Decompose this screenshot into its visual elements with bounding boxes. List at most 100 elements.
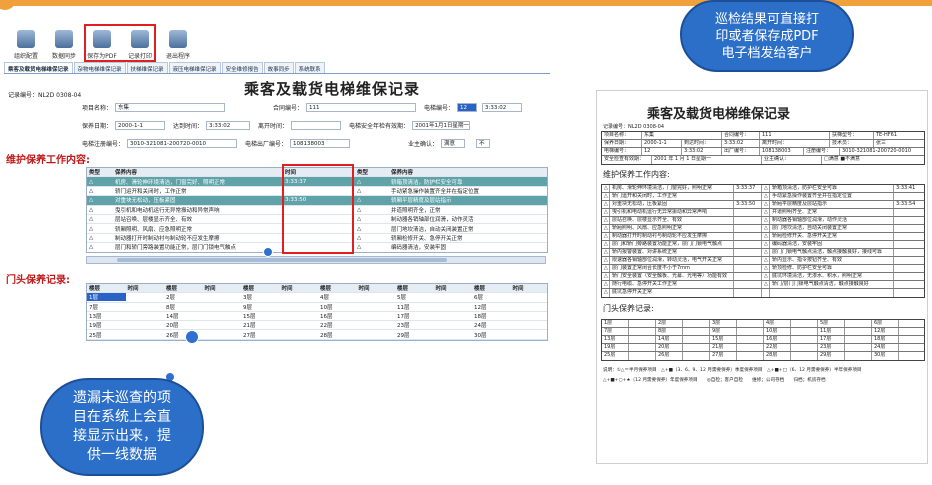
tab-dumbwaiter[interactable]: 杂物电梯维保记录 [73, 62, 126, 73]
cell-content: 制动器打开时制动衬与制动轮不应发生摩擦 [115, 235, 220, 242]
tab-escalator[interactable]: 扶梯维保记录 [126, 62, 168, 73]
tab-hydraulic[interactable]: 液压电梯维保记录 [168, 62, 221, 73]
floor-cell[interactable]: 8层 [164, 303, 203, 311]
floor-cell[interactable]: 10层 [318, 303, 357, 311]
paper-cell: 轿顶检修、防护栏安全可靠 [770, 265, 894, 272]
tab-passenger-elevator[interactable]: 乘客及载货电梯维保记录 [4, 62, 73, 73]
time-input[interactable]: 3:33:02 [482, 102, 523, 112]
scrollbar-thumb[interactable] [117, 258, 447, 262]
floor-cell[interactable]: 4层 [318, 293, 357, 301]
elevator-no-select[interactable]: 12 [457, 102, 478, 112]
floor-cell[interactable]: 22层 [318, 321, 357, 329]
toolbar-label: 数据同步 [51, 53, 76, 60]
paper-cell: 5层 [818, 320, 845, 327]
floor-cell[interactable]: 2层 [164, 293, 203, 301]
paper-cell [683, 328, 710, 335]
paper-cell: 3010-321081-200720-0010 [842, 148, 912, 154]
paper-cell: 电梯编号： [602, 148, 642, 155]
sync-icon [55, 30, 73, 48]
project-input[interactable]: 东集 [115, 102, 226, 112]
paper-cell: 17层 [818, 336, 845, 343]
app-window: 组织配置 数据同步 保存为PDF 记录打印 退出程序 乘客及载货电梯维保记录 杂… [4, 20, 550, 390]
cell-type-2: △ [357, 225, 362, 232]
paper-cell: 轿厢检修开关、急停开关正常 [770, 233, 894, 240]
paper-cell: △ [762, 241, 770, 248]
paper-cell: 8层 [656, 328, 683, 335]
table-row[interactable]: 13层 14层 15层 16层 17层 18层 [87, 312, 547, 322]
paper-cell: 机房、滑轮伸环境清洁，门窗完好，照明正常 [610, 185, 734, 192]
floor-cell[interactable]: 1层 [87, 293, 126, 302]
paper-cell: 16层 [764, 336, 791, 343]
col-type: 类型 [89, 170, 101, 177]
project-label: 项目名称： [82, 104, 113, 112]
arrive-input[interactable]: 3:33:02 [206, 120, 251, 130]
floor-cell[interactable]: 3层 [241, 293, 280, 301]
floor-cell[interactable]: 14层 [164, 312, 203, 320]
paper-cell: △ [602, 201, 610, 208]
floor-cell[interactable]: 24层 [472, 321, 511, 329]
date-input[interactable]: 2000-1-1 [115, 120, 166, 130]
exit-button[interactable]: 退出程序 [162, 24, 194, 60]
paper-cell: 编码器清洁，安装牢固 [770, 241, 894, 248]
tab-sync[interactable]: 故事同步 [263, 62, 294, 73]
paper-cell [683, 352, 710, 360]
floor-cell[interactable]: 7层 [87, 303, 126, 311]
callout-print-pdf: 巡检结果可直接打 印或者保存成PDF 电子档发给客户 [680, 0, 854, 72]
owner-unsatisfied-checkbox[interactable]: 不 [476, 138, 491, 148]
table-row[interactable]: 7层 8层 9层 10层 11层 12层 [87, 303, 547, 312]
floor-cell[interactable]: 18层 [472, 312, 511, 320]
paper-row: △ 曳引机和电动机运行无异常振动和异常声响 △ 井道照明齐全、正常 [602, 209, 924, 217]
reg-code-input[interactable]: 3010-321081-200720-0010 [127, 138, 238, 148]
floor-cell[interactable]: 21层 [241, 321, 280, 329]
floor-cell[interactable]: 19层 [87, 321, 126, 329]
floor-cell[interactable]: 28层 [318, 331, 357, 339]
data-sync-button[interactable]: 数据同步 [48, 24, 80, 60]
cell-type: △ [89, 244, 94, 251]
paper-cell: 10层 [764, 328, 791, 335]
floor-cell[interactable]: 15层 [241, 312, 280, 320]
paper-cell: 轿门运开和关闭时，工作正常 [610, 193, 734, 200]
paper-row: △ 机房、滑轮伸环境清洁，门窗完好，照明正常 3:33:37 △ 轿箱顶清洁，防护栏安全… [602, 185, 924, 193]
record-number: 记录编号：NL2D 0308-04 [8, 92, 82, 99]
floor-cell[interactable]: 17层 [395, 312, 434, 320]
floor-cell[interactable]: 27层 [241, 331, 280, 339]
contract-input[interactable]: 111 [306, 102, 417, 112]
factory-no-input[interactable]: 108138003 [290, 138, 351, 148]
leave-input[interactable] [291, 120, 342, 130]
floor-cell[interactable]: 20层 [164, 321, 203, 329]
paper-cell [894, 273, 924, 280]
floor-cell[interactable]: 12层 [472, 303, 511, 311]
paper-cell [737, 352, 764, 360]
paper-cell [894, 257, 924, 264]
floor-cell[interactable]: 5层 [395, 293, 434, 301]
paper-cell: △ [602, 217, 610, 224]
paper-row: 19层 20层 21层 22层 23层 24层 [602, 344, 924, 352]
table-row[interactable]: 1层 2层 3层 4层 5层 6层 [87, 293, 547, 303]
col-time: 时间 [281, 286, 293, 293]
toolbar-label: 组织配置 [13, 53, 38, 60]
floor-cell[interactable]: 25层 [87, 331, 126, 339]
paper-cell: 离开时间： [760, 140, 830, 147]
floor-cell[interactable]: 13层 [87, 312, 126, 320]
owner-satisfied-checkbox[interactable]: 满意 [441, 138, 466, 148]
tab-contact[interactable]: 系统联系 [294, 62, 325, 73]
floor-cell[interactable]: 30层 [472, 331, 511, 339]
horizontal-scrollbar[interactable] [86, 256, 546, 264]
floor-cell[interactable]: 16层 [318, 312, 357, 320]
callout-missed-items: 遗漏未巡查的项 目在系统上会直 接显示出来，提 供一线数据 [40, 378, 204, 476]
floor-cell[interactable]: 9层 [241, 303, 280, 311]
col-time: 时间 [435, 286, 447, 293]
floor-cell[interactable]: 29层 [395, 331, 434, 339]
next-check-input[interactable]: 2001年1月1日星期一 [412, 120, 471, 130]
floor-cell[interactable]: 11层 [395, 303, 434, 311]
floor-cell[interactable]: 23层 [395, 321, 434, 329]
paper-cell: 层门地坎清洁，自动关闭装置正常 [770, 225, 894, 232]
table-row[interactable]: 19层 20层 21层 22层 23层 24层 [87, 321, 547, 331]
organization-config-button[interactable]: 组织配置 [10, 24, 42, 60]
paper-cell [737, 328, 764, 335]
tab-safety-report[interactable]: 安全维修报告 [221, 62, 263, 73]
paper-cell: 业主确认： [762, 156, 822, 164]
floor-cell[interactable]: 6层 [472, 293, 511, 301]
paper-info-table: 项目名称： 东集 合同编号： 111 扶梯型号： TE-HF61 保养日期： 2… [601, 131, 925, 165]
table-row[interactable]: 25层 26层 27层 28层 29层 30层 [87, 330, 547, 340]
